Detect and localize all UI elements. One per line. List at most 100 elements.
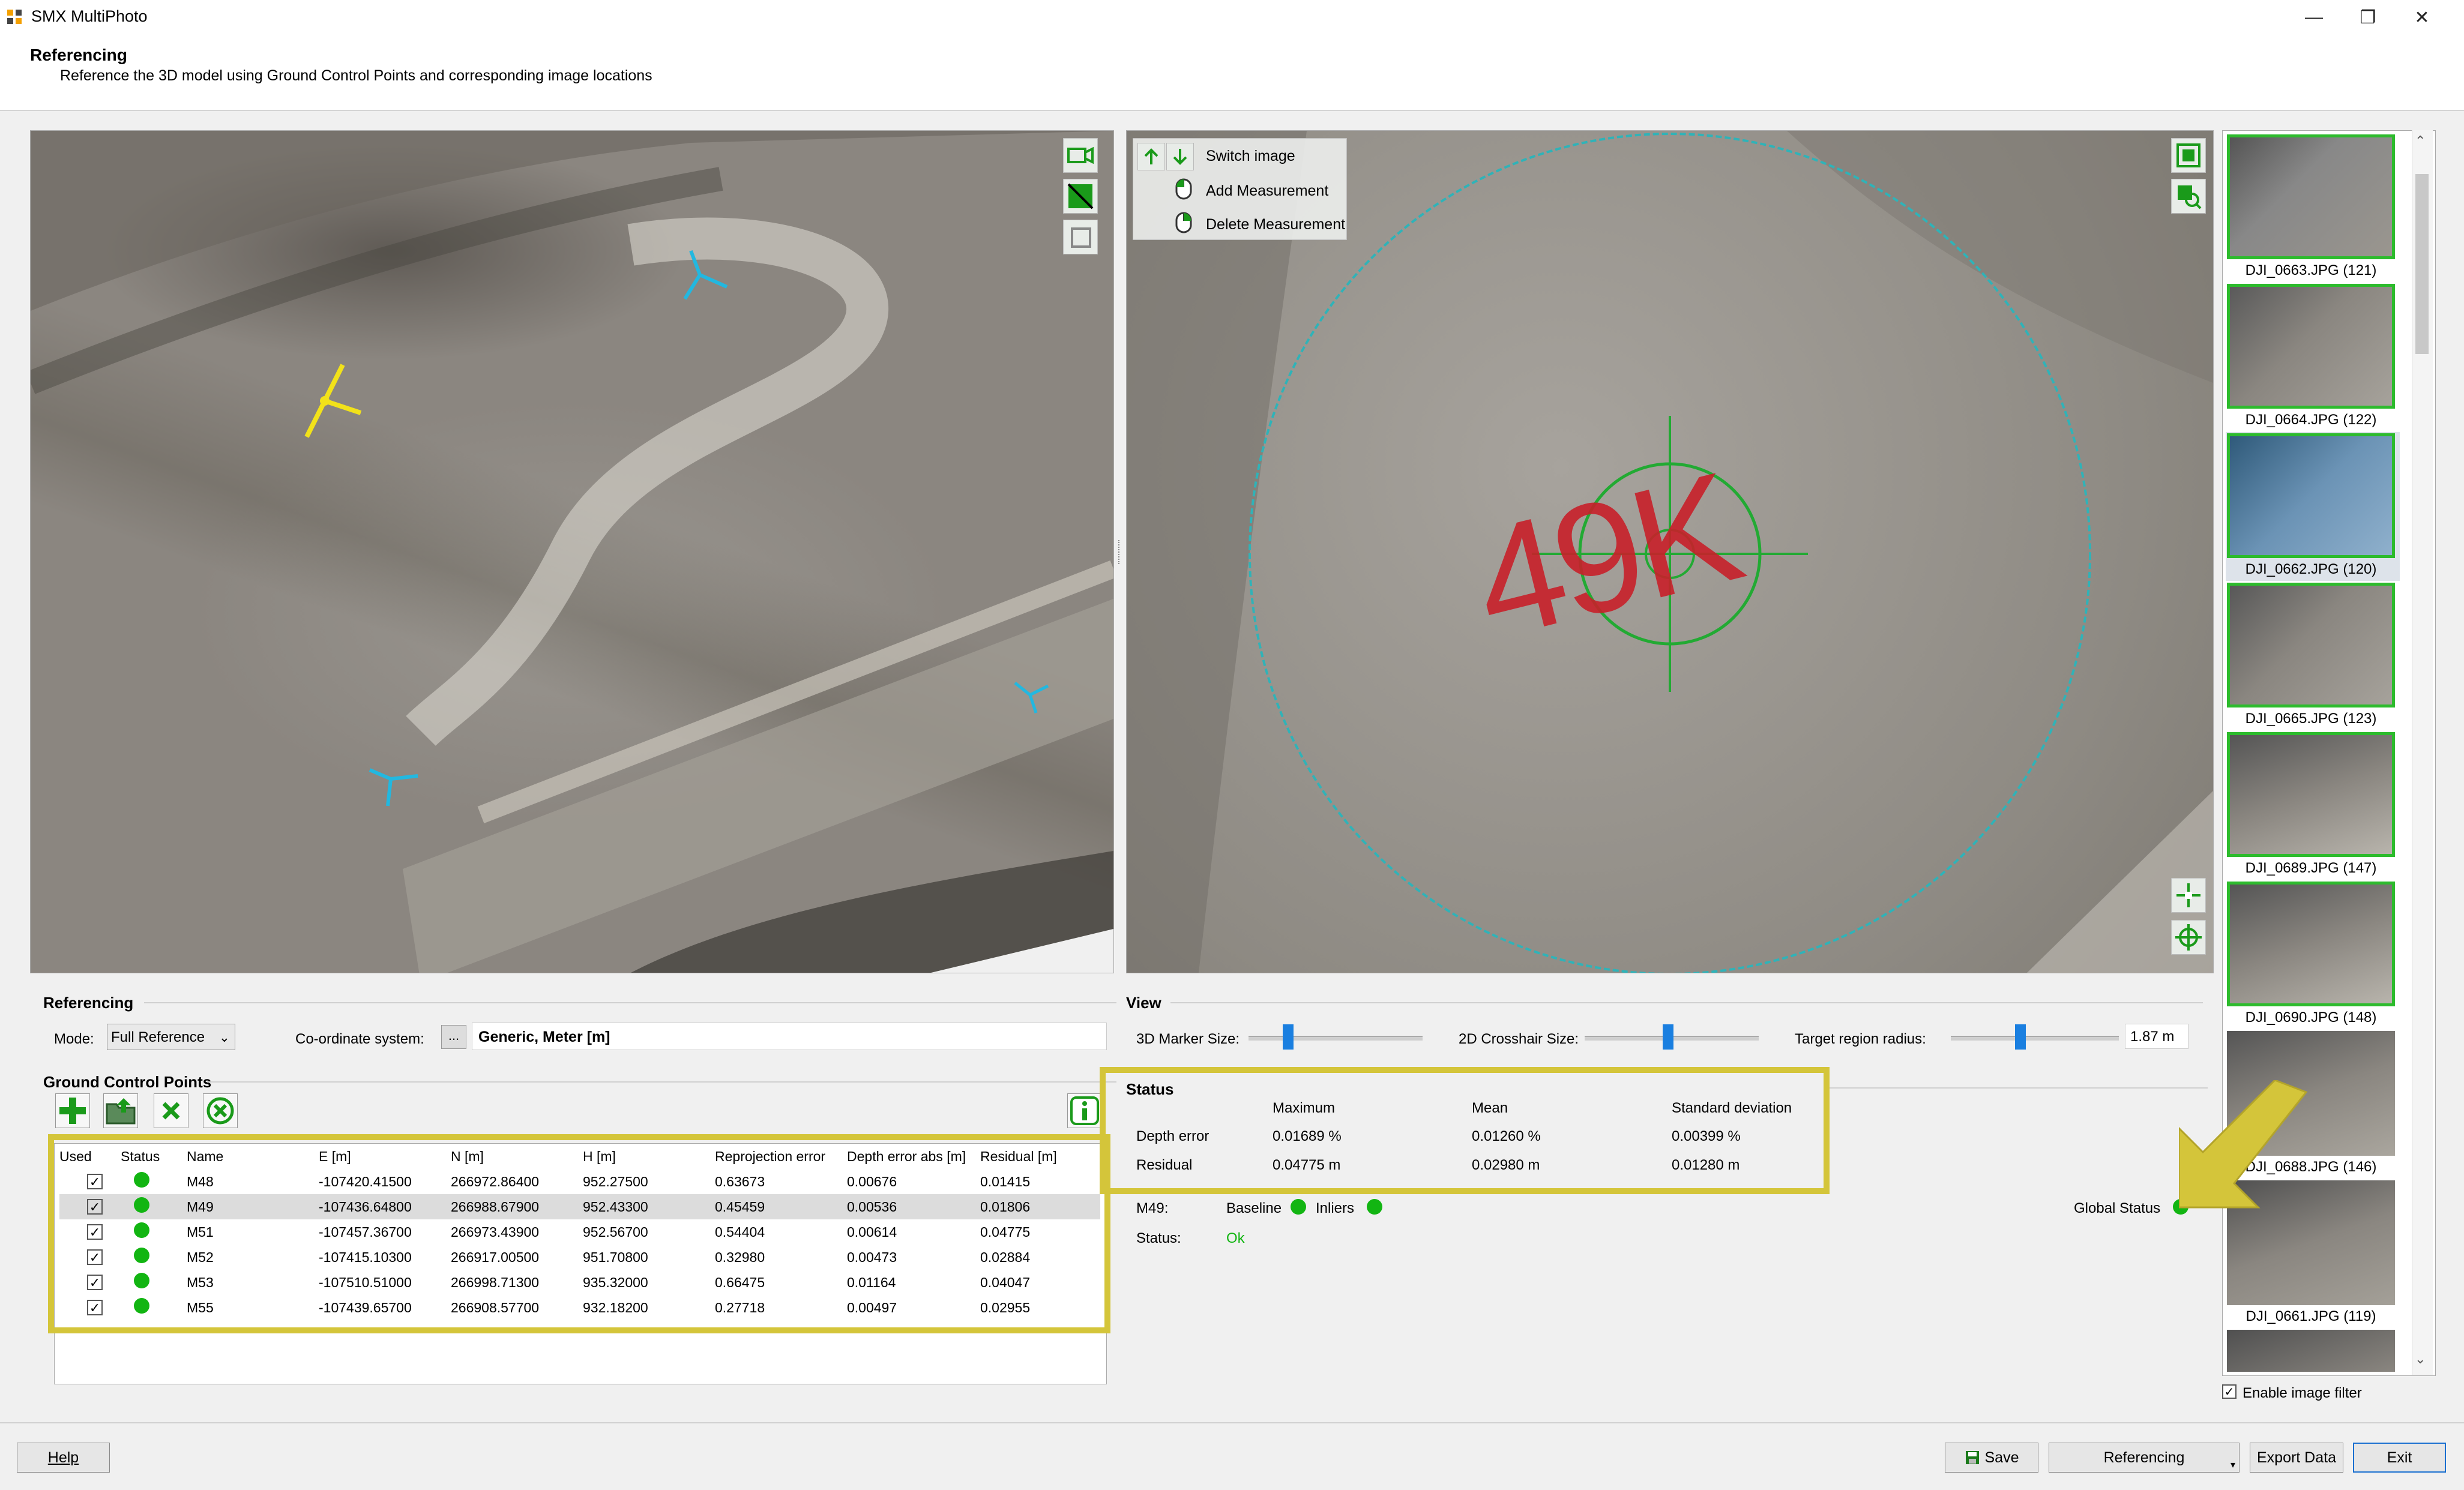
thumbnail-label: DJI_0690.JPG (148): [2245, 1009, 2377, 1026]
point-status-value: Ok: [1226, 1230, 1245, 1246]
thumbnail-label: DJI_0689.JPG (147): [2245, 860, 2377, 876]
save-icon: [1965, 1451, 1979, 1464]
info-button[interactable]: [1067, 1093, 1102, 1128]
add-gcp-button[interactable]: [55, 1093, 90, 1128]
help-button[interactable]: Help: [17, 1443, 110, 1473]
mouse-left-icon: [1175, 178, 1193, 203]
hint-switch-image: Switch image: [1206, 148, 1295, 164]
annotation-arrow-icon: [2179, 1080, 2308, 1209]
clear-gcps-button[interactable]: [203, 1093, 238, 1128]
thumbnail-label: DJI_0665.JPG (123): [2245, 710, 2377, 727]
scroll-down-icon[interactable]: ⌄: [2415, 1351, 2426, 1367]
thumbnail-image[interactable]: [2227, 134, 2395, 259]
selected-point-label: M49:: [1136, 1200, 1169, 1216]
inliers-label: Inliers: [1316, 1200, 1355, 1216]
arrow-up-icon[interactable]: [1137, 143, 1165, 170]
referencing-section-title: Referencing: [43, 994, 134, 1012]
camera-icon[interactable]: [1063, 138, 1098, 173]
divider: [207, 1081, 1116, 1083]
mode-select[interactable]: Full Reference ⌄: [107, 1024, 235, 1050]
close-button[interactable]: ✕: [2395, 0, 2449, 35]
residual-max: 0.04775 m: [1273, 1157, 1341, 1173]
save-button[interactable]: Save: [1945, 1443, 2038, 1473]
target-radius-slider-knob[interactable]: [2015, 1024, 2026, 1050]
gcp-marker[interactable]: [667, 245, 733, 305]
coordinate-system-field[interactable]: Generic, Meter [m]: [472, 1023, 1107, 1050]
model-3d-view[interactable]: [30, 130, 1114, 973]
minimize-button[interactable]: —: [2287, 0, 2341, 35]
image-filter-label: Enable image filter: [2243, 1385, 2362, 1401]
import-gcp-button[interactable]: [103, 1093, 138, 1128]
divider: [144, 1002, 1116, 1003]
info-icon: [1070, 1096, 1099, 1125]
gcp-marker-selected[interactable]: [271, 353, 379, 449]
marker-size-slider-knob[interactable]: [1283, 1024, 1294, 1050]
depth-error-label: Depth error: [1136, 1128, 1209, 1144]
thumbnail-image[interactable]: [2227, 1330, 2395, 1372]
fit-view-icon[interactable]: [2171, 138, 2206, 173]
divider: [1170, 1002, 2203, 1003]
image-view[interactable]: 49K Switch image Add Measurement Delete …: [1126, 130, 2214, 973]
residual-mean: 0.02980 m: [1472, 1157, 1540, 1173]
target-radius-slider[interactable]: [1951, 1036, 2119, 1041]
status-col-maximum: Maximum: [1273, 1100, 1336, 1116]
page-subtitle: Reference the 3D model using Ground Cont…: [60, 67, 652, 84]
status-section-title: Status: [1126, 1080, 1174, 1098]
view-section-title: View: [1126, 994, 1161, 1012]
thumbnail-image[interactable]: [2227, 882, 2395, 1006]
coordinate-system-button[interactable]: ...: [441, 1025, 466, 1049]
point-status-label: Status:: [1136, 1230, 1181, 1246]
baseline-status-dot: [1291, 1199, 1306, 1215]
depth-error-std: 0.00399 %: [1672, 1128, 1741, 1144]
thumbnail-image-selected[interactable]: [2227, 433, 2395, 558]
scroll-up-icon[interactable]: ⌃: [2415, 133, 2426, 149]
arrow-down-icon[interactable]: [1166, 143, 1194, 170]
chevron-down-icon: ⌄: [218, 1030, 230, 1045]
crosshair-icon[interactable]: [2171, 878, 2206, 913]
target-radius-value[interactable]: 1.87 m: [2125, 1024, 2188, 1049]
table-highlight-frame: [48, 1134, 1110, 1333]
page-title: Referencing: [30, 46, 127, 64]
plus-icon: [59, 1098, 86, 1124]
crosshair-size-slider-knob[interactable]: [1663, 1024, 1673, 1050]
folder-import-icon: [106, 1098, 136, 1125]
baseline-label: Baseline: [1226, 1200, 1282, 1216]
zoom-icon[interactable]: [2171, 179, 2206, 214]
gcp-marker[interactable]: [1003, 671, 1057, 719]
hint-delete-measurement: Delete Measurement: [1206, 216, 1346, 233]
delete-gcp-button[interactable]: [154, 1093, 188, 1128]
center-target-icon[interactable]: [2171, 920, 2206, 955]
dropdown-arrow-icon: ▾: [2230, 1460, 2235, 1470]
image-filter-checkbox[interactable]: ✓: [2222, 1384, 2237, 1399]
thumbnail-image[interactable]: [2227, 732, 2395, 857]
referencing-button-label: Referencing: [2103, 1449, 2185, 1466]
bounding-box-icon[interactable]: [1063, 220, 1098, 254]
save-button-label: Save: [1984, 1449, 2019, 1466]
status-col-std: Standard deviation: [1672, 1100, 1792, 1116]
restore-button[interactable]: ❐: [2341, 0, 2395, 35]
thumbnail-label: DJI_0661.JPG (119): [2246, 1308, 2376, 1324]
cross-icon: [162, 1102, 180, 1120]
circle-cross-icon: [206, 1097, 234, 1125]
gcp-section-title: Ground Control Points: [43, 1073, 212, 1091]
splitter-handle[interactable]: [1118, 540, 1122, 564]
export-data-button[interactable]: Export Data: [2250, 1443, 2343, 1473]
referencing-dropdown-button[interactable]: Referencing ▾: [2049, 1443, 2240, 1473]
scrollbar-thumb[interactable]: [2415, 174, 2429, 354]
thumbnail-label: DJI_0662.JPG (120): [2245, 561, 2377, 577]
marker-size-slider[interactable]: [1249, 1036, 1423, 1041]
shading-icon[interactable]: [1063, 179, 1098, 214]
status-col-mean: Mean: [1472, 1100, 1508, 1116]
mode-select-value: Full Reference: [111, 1029, 205, 1045]
target-radius-label: Target region radius:: [1795, 1031, 1926, 1047]
exit-button[interactable]: Exit: [2353, 1443, 2446, 1473]
app-icon: [6, 8, 24, 26]
divider: [1830, 1087, 2208, 1089]
thumbnail-image[interactable]: [2227, 284, 2395, 409]
title-bar: [0, 0, 2464, 35]
residual-label: Residual: [1136, 1157, 1193, 1173]
coordinate-system-label: Co-ordinate system:: [295, 1031, 424, 1047]
thumbnail-image[interactable]: [2227, 583, 2395, 707]
window-title: SMX MultiPhoto: [31, 7, 148, 25]
gcp-marker[interactable]: [358, 749, 424, 809]
